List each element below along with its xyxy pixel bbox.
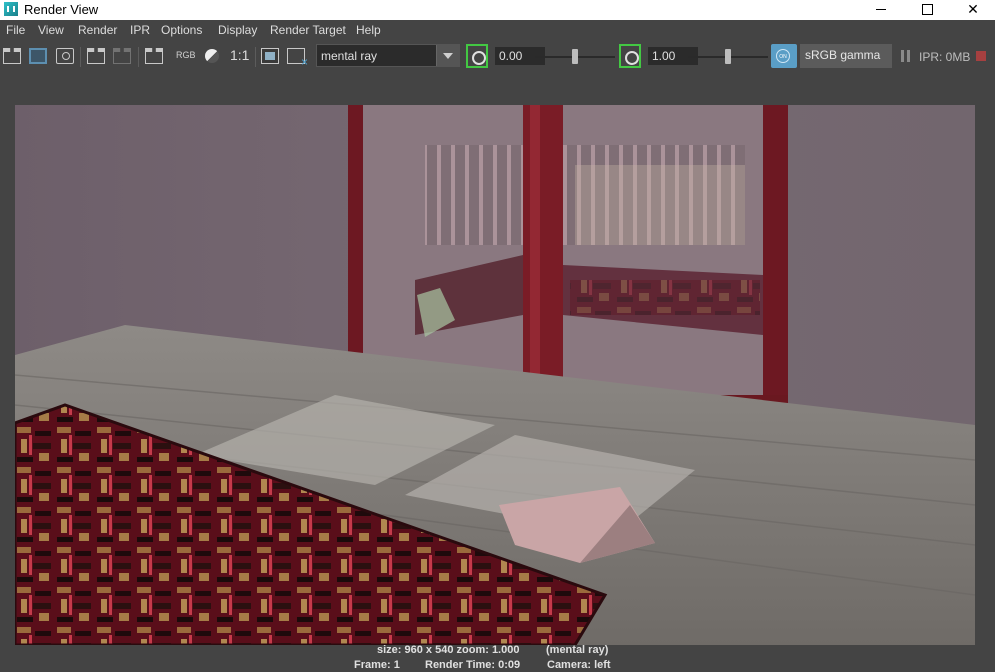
menu-display[interactable]: Display [218,23,257,37]
menu-help[interactable]: Help [356,23,381,37]
renderer-info: (mental ray) [546,644,609,656]
alpha-sphere-icon[interactable] [205,49,219,63]
toolbar-divider [80,47,81,67]
renderer-dropdown[interactable]: mental ray [316,44,460,67]
keep-image-icon[interactable] [261,48,279,64]
image-size-info: size: 960 x 540 zoom: 1.000 [377,644,520,656]
menu-render-target[interactable]: Render Target [270,23,346,37]
maximize-button[interactable] [904,0,950,20]
ipr-memory-status: IPR: 0MB [919,50,971,64]
render-region-icon[interactable] [145,48,163,64]
render-time-info: Render Time: 0:09 [425,659,521,671]
real-size-icon[interactable]: 1:1 [230,47,249,63]
snapshot-camera-icon[interactable] [56,48,74,64]
gamma-slider-thumb[interactable] [725,49,731,64]
menu-file[interactable]: File [6,23,25,37]
redo-render-icon[interactable] [29,48,47,64]
menu-view[interactable]: View [38,23,64,37]
minimize-button[interactable] [858,0,904,20]
ipr-render-icon[interactable] [87,48,105,64]
pause-ipr-icon[interactable] [901,50,911,62]
menu-ipr[interactable]: IPR [130,23,150,37]
window-title: Render View [24,2,99,17]
chevron-down-icon[interactable] [436,45,459,66]
camera-info: Camera: left [547,659,611,671]
rug-reflection-texture [570,280,760,315]
menu-render[interactable]: Render [78,23,117,37]
window-mullion-highlight [530,105,540,405]
render-scene [15,105,975,645]
crib-reflection-light [575,165,745,245]
gamma-icon[interactable] [619,44,641,68]
color-space-field[interactable]: sRGB gamma [800,44,892,68]
color-management-badge: ON [776,49,790,63]
window-mullion [523,105,563,405]
toolbar-divider [255,47,256,67]
stop-render-icon[interactable] [976,51,986,61]
renderer-dropdown-value: mental ray [321,49,378,63]
title-bar: Render View ✕ [0,0,995,20]
refresh-ipr-icon[interactable] [113,48,131,64]
toolbar-divider [138,47,139,67]
close-button[interactable]: ✕ [950,0,995,20]
menu-bar: File View Render IPR Options Display Ren… [0,20,995,41]
frame-info: Frame: 1 [354,659,400,671]
exposure-icon[interactable] [466,44,488,68]
remove-image-icon[interactable] [287,48,308,69]
menu-options[interactable]: Options [161,23,202,37]
rendered-image [15,105,975,645]
maya-app-icon [4,2,18,16]
exposure-slider-thumb[interactable] [572,49,578,64]
color-management-icon[interactable]: ON [771,44,797,68]
render-clapper-icon[interactable] [3,48,21,64]
rgb-channel-icon[interactable]: RGB [176,50,196,60]
